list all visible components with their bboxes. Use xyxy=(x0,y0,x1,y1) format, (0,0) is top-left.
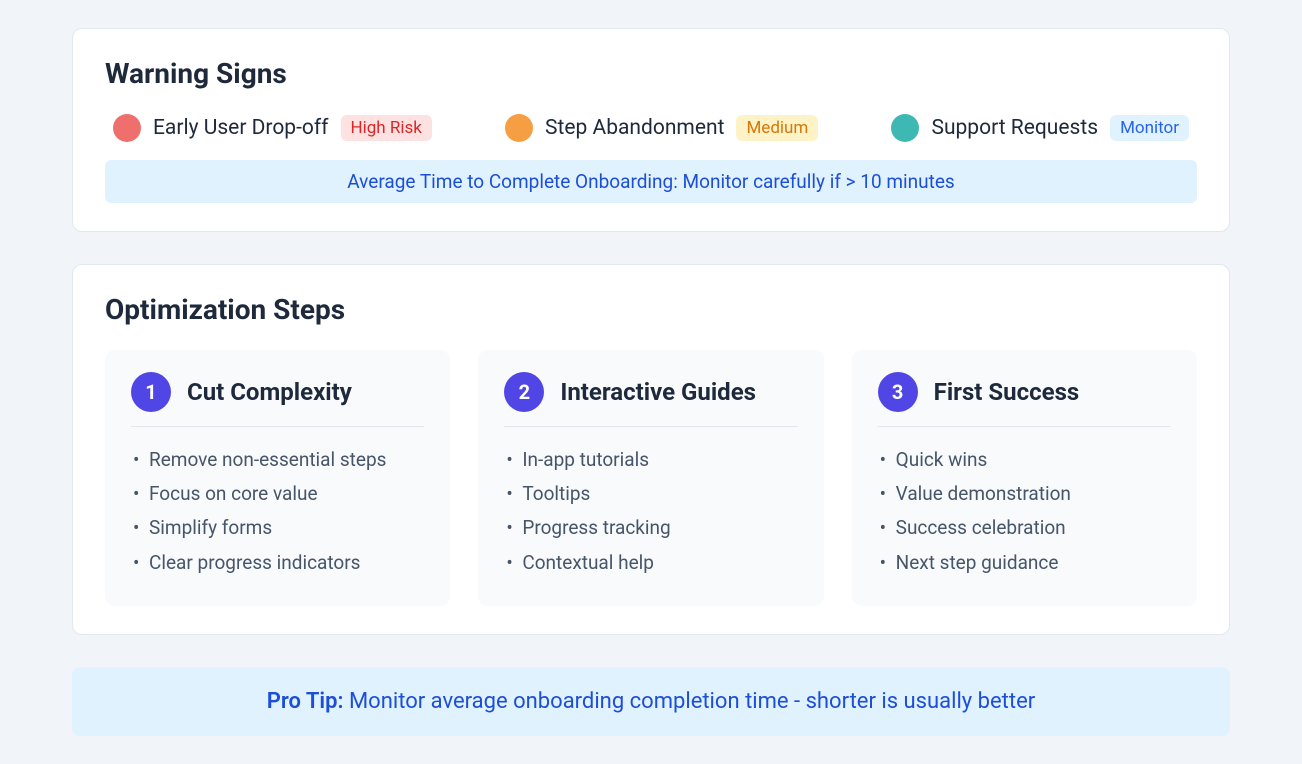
step-list-item: Next step guidance xyxy=(878,546,1171,580)
pro-tip-text: Pro Tip: Monitor average onboarding comp… xyxy=(267,689,1035,714)
step-list-item: Tooltips xyxy=(504,477,797,511)
step-card-interactive-guides: 2 Interactive Guides In-app tutorials To… xyxy=(478,350,823,606)
optimization-steps-title: Optimization Steps xyxy=(105,293,1197,326)
step-list-item: Simplify forms xyxy=(131,511,424,545)
warning-signs-row: Early User Drop-off High Risk Step Aband… xyxy=(105,114,1197,160)
warning-label: Support Requests xyxy=(931,116,1098,140)
pro-tip-label: Pro Tip: xyxy=(267,689,344,714)
dot-icon-red xyxy=(113,114,141,142)
warning-label: Early User Drop-off xyxy=(153,116,329,140)
warning-label: Step Abandonment xyxy=(545,116,724,140)
dot-icon-teal xyxy=(891,114,919,142)
info-banner: Average Time to Complete Onboarding: Mon… xyxy=(105,160,1197,203)
step-list-item: Quick wins xyxy=(878,443,1171,477)
step-list: Quick wins Value demonstration Success c… xyxy=(878,443,1171,580)
step-header: 1 Cut Complexity xyxy=(131,372,424,427)
step-title: Interactive Guides xyxy=(560,378,756,406)
risk-badge-medium: Medium xyxy=(736,115,818,141)
step-number-badge: 3 xyxy=(878,372,918,412)
steps-row: 1 Cut Complexity Remove non-essential st… xyxy=(105,350,1197,606)
risk-badge-monitor: Monitor xyxy=(1110,115,1189,141)
step-header: 3 First Success xyxy=(878,372,1171,427)
warning-signs-title: Warning Signs xyxy=(105,57,1197,90)
dot-icon-orange xyxy=(505,114,533,142)
step-list-item: Success celebration xyxy=(878,511,1171,545)
step-number-badge: 1 xyxy=(131,372,171,412)
pro-tip-banner: Pro Tip: Monitor average onboarding comp… xyxy=(72,667,1230,736)
warning-item-dropoff: Early User Drop-off High Risk xyxy=(113,114,432,142)
step-list-item: Clear progress indicators xyxy=(131,546,424,580)
step-list-item: Remove non-essential steps xyxy=(131,443,424,477)
warning-signs-card: Warning Signs Early User Drop-off High R… xyxy=(72,28,1230,232)
step-list-item: In-app tutorials xyxy=(504,443,797,477)
optimization-steps-card: Optimization Steps 1 Cut Complexity Remo… xyxy=(72,264,1230,635)
pro-tip-body: Monitor average onboarding completion ti… xyxy=(344,689,1036,714)
step-card-first-success: 3 First Success Quick wins Value demonst… xyxy=(852,350,1197,606)
step-title: Cut Complexity xyxy=(187,378,352,406)
step-card-cut-complexity: 1 Cut Complexity Remove non-essential st… xyxy=(105,350,450,606)
risk-badge-high: High Risk xyxy=(341,115,432,141)
step-list-item: Focus on core value xyxy=(131,477,424,511)
step-title: First Success xyxy=(934,378,1080,406)
step-number-badge: 2 xyxy=(504,372,544,412)
step-list: Remove non-essential steps Focus on core… xyxy=(131,443,424,580)
step-list-item: Contextual help xyxy=(504,546,797,580)
warning-item-support: Support Requests Monitor xyxy=(891,114,1189,142)
warning-item-abandonment: Step Abandonment Medium xyxy=(505,114,818,142)
step-list-item: Progress tracking xyxy=(504,511,797,545)
step-list-item: Value demonstration xyxy=(878,477,1171,511)
step-header: 2 Interactive Guides xyxy=(504,372,797,427)
step-list: In-app tutorials Tooltips Progress track… xyxy=(504,443,797,580)
